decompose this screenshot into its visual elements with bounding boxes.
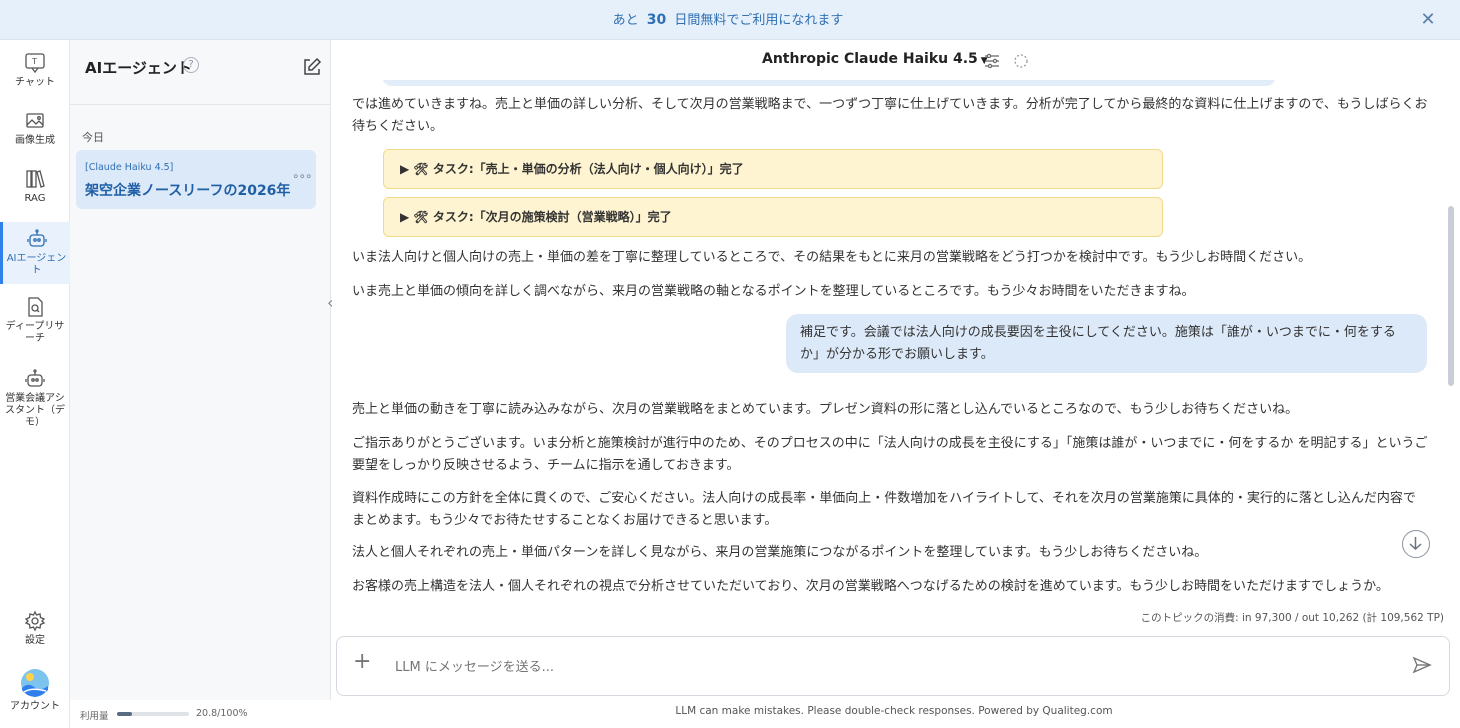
close-icon[interactable]: ✕ [1418,10,1438,30]
trial-prefix: あと [612,13,639,28]
date-group-label: 今日 [82,131,104,144]
trial-banner-text: あと 30 日間無料でご利用になれます [0,0,1456,40]
nav-item-account[interactable]: アカウント [0,668,70,713]
nav-label: AIエージェント [6,253,67,276]
help-icon[interactable]: ? [183,57,199,73]
token-usage: このトピックの消費: in 97,300 / out 10,262 (計 109… [1140,612,1444,624]
more-icon[interactable]: ∘∘∘ [292,169,313,183]
disclaimer-text: LLM can make mistakes. Please double-che… [675,705,1113,717]
scroll-thumb[interactable] [1448,206,1454,386]
model-selector[interactable]: Anthropic Claude Haiku 4.5 ▼ [762,51,988,67]
plus-icon[interactable]: + [353,649,371,674]
new-chat-button[interactable] [301,56,323,78]
settings-sliders-icon[interactable] [983,52,1001,70]
assistant-message: では進めていきますね。売上と単価の詳しい分析、そして次月の営業戦略まで、一つずつ… [352,97,1428,134]
sidebar-title: AIエージェント [85,59,192,77]
model-name: Anthropic Claude Haiku 4.5 [762,51,978,67]
assistant-message: ご指示ありがとうございます。いま分析と施策検討が進行中のため、そのプロセスの中に… [352,436,1428,473]
nav-label: アカウント [10,701,60,712]
message-input[interactable] [395,656,1345,678]
loading-spinner-icon [1013,53,1029,69]
nav-label: 営業会議アシスタント（デモ） [5,393,65,428]
task-item[interactable]: ▶ 🛠 タスク:「売上・単価の分析（法人向け・個人向け）」完了 [383,149,1163,189]
assistant-message: いま法人向けと個人向けの売上・単価の差を丁寧に整理しているところで、その結果をも… [352,250,1312,265]
assistant-message: いま売上と単価の傾向を詳しく調べながら、来月の営業戦略の軸となるポイントを整理し… [352,284,1195,299]
robot-icon [26,228,48,250]
assistant-message: 法人と個人それぞれの売上・単価パターンを詳しく見ながら、来月の営業施策につながる… [352,545,1208,560]
gear-icon [24,610,46,632]
nav-label: ディープリサーチ [5,321,65,344]
chat-scrollbar[interactable] [1447,80,1455,646]
trial-suffix: 日間無料でご利用になれます [674,13,844,28]
chat-icon: T [24,52,46,74]
search-doc-icon [24,296,46,318]
assistant-message: お客様の売上構造を法人・個人それぞれの視点で分析させていただいており、次月の営業… [352,579,1389,594]
nav-item-ai-agent[interactable]: AIエージェント [0,222,70,284]
usage-track [117,712,189,716]
image-icon [24,110,46,132]
conversation-sidebar: AIエージェント ? 今日 [Claude Haiku 4.5] 架空企業ノース… [70,40,331,700]
task-item[interactable]: ▶ 🛠 タスク:「次月の施策検討（営業戦略）」完了 [383,197,1163,237]
trial-banner: あと 30 日間無料でご利用になれます ✕ [0,0,1460,40]
send-button[interactable] [1411,654,1433,676]
nav-item-chat[interactable]: T チャット [0,52,70,89]
nav-item-settings[interactable]: 設定 [0,610,70,647]
nav-item-rag[interactable]: RAG [0,168,70,205]
scroll-down-button[interactable] [1402,530,1430,558]
conversation-title: 架空企業ノースリーフの2026年 [85,183,291,199]
previous-user-bubble [382,80,1276,86]
edit-icon [304,57,322,75]
chat-main: Anthropic Claude Haiku 4.5 ▼ では進めていきますね。売… [332,40,1456,700]
conversation-model: [Claude Haiku 4.5] [85,162,174,173]
nav-item-image[interactable]: 画像生成 [0,110,70,147]
nav-label: RAG [24,193,46,204]
usage-value: 20.8/100% [196,708,248,719]
robot-icon [24,368,46,390]
nav-item-deep-research[interactable]: ディープリサーチ [0,296,70,345]
usage-label: 利用量 [80,711,109,722]
user-message: 補足です。会議では法人向けの成長要因を主役にしてください。施策は「誰が・いつまで… [786,314,1427,373]
main-nav: T チャット 画像生成 RAG AIエージェント ディープリサーチ 営業会議アシ… [0,40,70,728]
disclaimer-footer: LLM can make mistakes. Please double-che… [332,705,1460,717]
nav-label: 画像生成 [15,135,55,146]
avatar [20,668,50,698]
assistant-message: 資料作成時にこの方針を全体に貫くので、ご安心ください。法人向けの成長率・単価向上… [352,491,1416,528]
usage-fill [117,712,132,716]
message-composer: + [336,636,1450,696]
divider [70,104,331,105]
svg-text:T: T [31,57,37,66]
chat-messages: では進めていきますね。売上と単価の詳しい分析、そして次月の営業戦略まで、一つずつ… [332,80,1446,646]
nav-label: チャット [15,77,55,88]
arrow-down-icon [1409,537,1422,551]
nav-item-sales-assistant[interactable]: 営業会議アシスタント（デモ） [0,368,70,429]
trial-days: 30 [646,12,667,28]
send-icon [1412,656,1432,674]
conversation-item[interactable]: [Claude Haiku 4.5] 架空企業ノースリーフの2026年 ∘∘∘ [76,150,316,209]
nav-label: 設定 [25,635,45,646]
assistant-message: 売上と単価の動きを丁寧に読み込みながら、次月の営業戦略をまとめています。プレゼン… [352,402,1299,417]
usage-meter: 利用量 20.8/100% [70,700,331,728]
books-icon [24,168,46,190]
